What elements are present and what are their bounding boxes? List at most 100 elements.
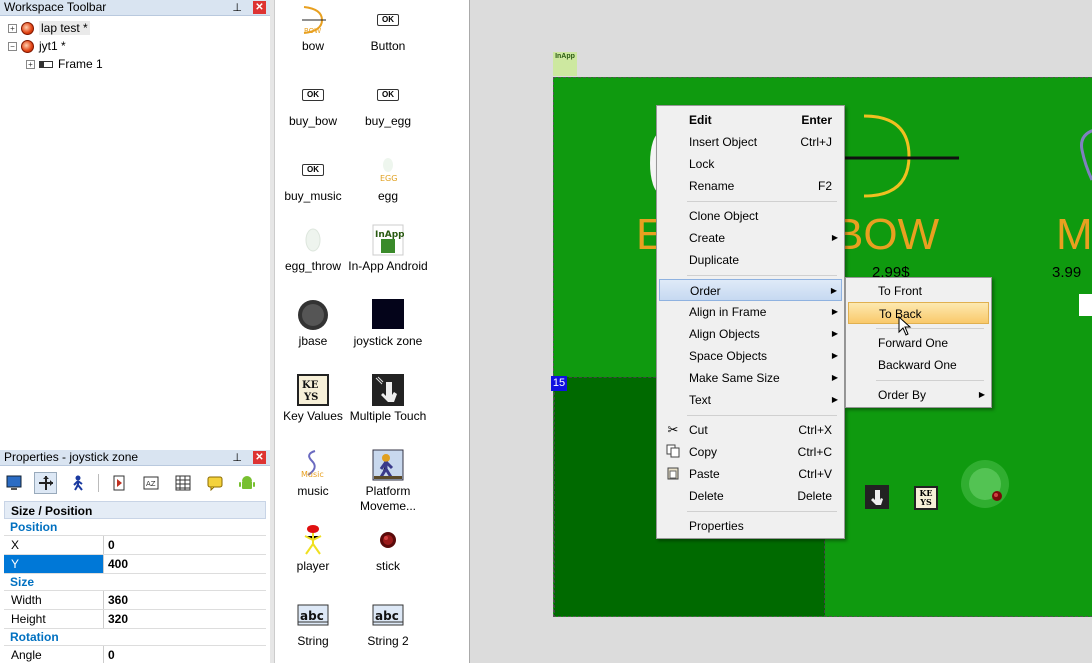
multiple-touch-object-icon[interactable] — [865, 485, 889, 509]
pin-icon[interactable]: ⊥ — [232, 1, 242, 16]
library-item-buy-music[interactable]: OK buy_music — [273, 154, 353, 204]
close-icon[interactable]: ✕ — [253, 1, 266, 14]
menu-item-label: Rename — [689, 179, 735, 193]
library-item-platform-movement[interactable]: Platform Moveme... — [348, 449, 428, 514]
menu-item-lock[interactable]: Lock — [659, 153, 842, 175]
menu-item-rename[interactable]: Rename F2 — [659, 175, 842, 197]
library-item-key-values[interactable]: KE YS Key Values — [273, 374, 353, 424]
music-price-text[interactable]: 3.99 — [1052, 264, 1081, 281]
prop-row-height[interactable]: Height 320 — [4, 610, 266, 629]
menu-item-edit[interactable]: Edit Enter — [659, 109, 842, 131]
movement-icon[interactable] — [66, 472, 89, 494]
prop-row-width[interactable]: Width 360 — [4, 591, 266, 610]
properties-panel-title: Properties - joystick zone — [4, 450, 139, 464]
menu-item-delete[interactable]: Delete Delete — [659, 485, 842, 507]
menu-item-make-same-size[interactable]: Make Same Size ▶ — [659, 367, 842, 389]
library-item-buy-egg[interactable]: OK buy_egg — [348, 79, 428, 129]
svg-text:BOW: BOW — [304, 27, 321, 35]
submenu-item-to-front[interactable]: To Front — [848, 280, 989, 302]
submenu-item-to-back[interactable]: To Back — [848, 302, 989, 324]
library-item-bow[interactable]: BOW bow — [273, 4, 353, 54]
grid-icon[interactable] — [172, 472, 195, 494]
prop-name: Height — [4, 610, 104, 628]
menu-item-label: Edit — [689, 113, 712, 127]
library-item-stick[interactable]: stick — [348, 524, 428, 574]
prop-row-y[interactable]: Y 400 — [4, 555, 266, 574]
library-item-player[interactable]: player — [273, 524, 353, 574]
menu-item-insert-object[interactable]: Insert Object Ctrl+J — [659, 131, 842, 153]
collapse-icon[interactable]: − — [8, 42, 17, 52]
library-item-label: egg_throw — [284, 259, 342, 273]
library-item-egg-throw[interactable]: egg_throw — [273, 224, 353, 274]
music-object-icon[interactable] — [1069, 128, 1092, 208]
menu-item-cut[interactable]: ✂ Cut Ctrl+X — [659, 419, 842, 441]
tree-item-lap-test[interactable]: + lap test * — [8, 20, 90, 37]
menu-item-align-objects[interactable]: Align Objects ▶ — [659, 323, 842, 345]
library-item-button[interactable]: OK Button — [348, 4, 428, 54]
library-item-string[interactable]: abc String — [273, 599, 353, 649]
android-icon[interactable] — [236, 472, 259, 494]
menu-item-properties[interactable]: Properties — [659, 515, 842, 537]
svg-text:EGG: EGG — [380, 174, 397, 183]
submenu-arrow-icon: ▶ — [831, 395, 838, 404]
values-icon[interactable]: AZ — [140, 472, 163, 494]
library-item-joystick-zone[interactable]: joystick zone — [348, 299, 428, 349]
library-item-label: music — [297, 484, 329, 498]
library-item-string-2[interactable]: abc String 2 — [348, 599, 428, 649]
expand-icon[interactable]: + — [8, 24, 17, 34]
bow-object-icon[interactable] — [824, 108, 974, 208]
menu-item-paste[interactable]: Paste Ctrl+V — [659, 463, 842, 485]
menu-item-label: Create — [689, 231, 726, 245]
menu-shortcut: F2 — [817, 179, 832, 193]
properties-grid: Size / Position Position X 0 Y 400 Size … — [4, 501, 266, 663]
prop-value-width[interactable]: 360 — [104, 591, 128, 609]
prop-value-height[interactable]: 320 — [104, 610, 128, 628]
library-item-in-app-android[interactable]: InApp In-App Android — [348, 224, 428, 274]
prop-value-x[interactable]: 0 — [104, 536, 115, 554]
menu-item-align-in-frame[interactable]: Align in Frame ▶ — [659, 301, 842, 323]
library-item-label: player — [296, 559, 330, 573]
button-icon: OK — [295, 154, 331, 186]
submenu-item-order-by[interactable]: Order By ▶ — [848, 384, 989, 406]
ok-glyph: OK — [302, 89, 324, 101]
library-item-egg[interactable]: EGG egg — [348, 154, 428, 204]
prop-value-y[interactable]: 400 — [104, 555, 128, 573]
expand-icon[interactable]: + — [26, 60, 35, 70]
properties-panel: Properties - joystick zone ⊥ ✕ AZ Size /… — [0, 448, 270, 663]
close-icon[interactable]: ✕ — [253, 451, 266, 464]
button-icon: OK — [370, 4, 406, 36]
music-label-text[interactable]: M — [1056, 210, 1092, 260]
buy-music-button[interactable] — [1079, 294, 1092, 316]
prop-row-angle[interactable]: Angle 0 — [4, 646, 266, 663]
menu-item-label: Backward One — [878, 358, 957, 372]
library-item-multiple-touch[interactable]: Multiple Touch — [348, 374, 428, 424]
key-values-object-icon[interactable]: KE YS — [914, 486, 938, 510]
runtime-options-icon[interactable] — [107, 472, 130, 494]
comment-icon[interactable] — [204, 472, 227, 494]
tree-item-frame-1[interactable]: + Frame 1 — [26, 56, 103, 73]
pin-icon[interactable]: ⊥ — [232, 451, 242, 466]
in-app-object-icon[interactable]: InApp — [553, 52, 577, 76]
section-rotation: Rotation — [4, 629, 266, 646]
bow-label-text[interactable]: BOW — [834, 210, 939, 260]
prop-row-x[interactable]: X 0 — [4, 536, 266, 555]
library-item-music[interactable]: Music music — [273, 449, 353, 499]
menu-item-text[interactable]: Text ▶ — [659, 389, 842, 411]
size-position-icon[interactable] — [34, 472, 58, 494]
display-icon[interactable] — [2, 472, 25, 494]
submenu-item-backward-one[interactable]: Backward One — [848, 354, 989, 376]
menu-item-duplicate[interactable]: Duplicate — [659, 249, 842, 271]
library-item-jbase[interactable]: jbase — [273, 299, 353, 349]
submenu-item-forward-one[interactable]: Forward One — [848, 332, 989, 354]
joystick-object-icon[interactable] — [959, 458, 1015, 514]
order-submenu: To Front To Back Forward One Backward On… — [845, 277, 992, 408]
library-item-buy-bow[interactable]: OK buy_bow — [273, 79, 353, 129]
menu-item-copy[interactable]: Copy Ctrl+C — [659, 441, 842, 463]
menu-item-create[interactable]: Create ▶ — [659, 227, 842, 249]
menu-item-order[interactable]: Order ▶ — [659, 279, 842, 301]
menu-item-space-objects[interactable]: Space Objects ▶ — [659, 345, 842, 367]
prop-value-angle[interactable]: 0 — [104, 646, 115, 663]
prop-name: X — [4, 536, 104, 554]
menu-item-clone-object[interactable]: Clone Object — [659, 205, 842, 227]
tree-item-jyt1[interactable]: − jyt1 * — [8, 38, 66, 55]
